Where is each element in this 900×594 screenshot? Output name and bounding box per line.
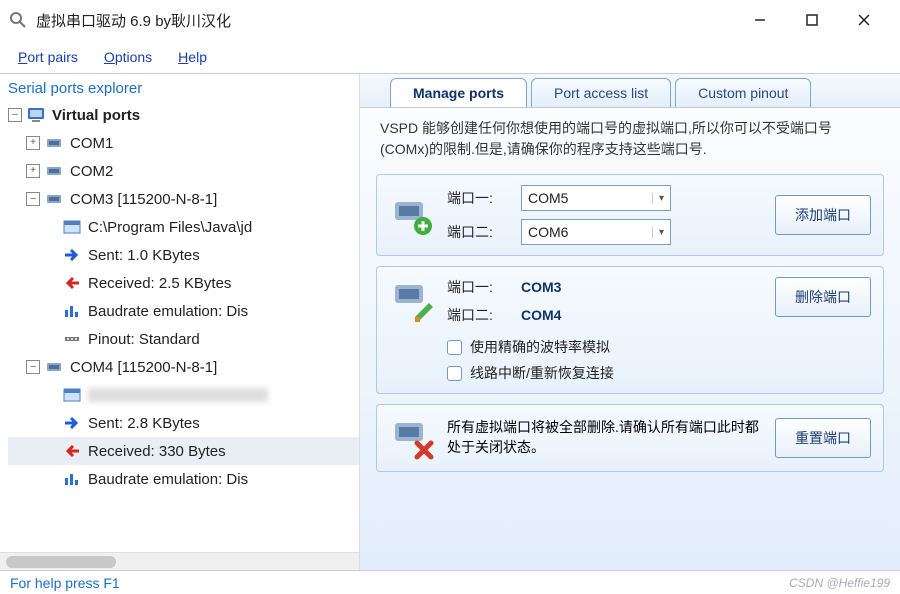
app-window-icon bbox=[62, 218, 82, 236]
port2-value: COM6 bbox=[528, 224, 568, 240]
horizontal-scrollbar[interactable] bbox=[0, 552, 359, 570]
collapse-icon[interactable]: – bbox=[26, 192, 40, 206]
reset-text: 所有虚拟端口将被全部删除.请确认所有端口此时都处于关闭状态。 bbox=[447, 418, 763, 457]
app-window-icon bbox=[62, 386, 82, 404]
tab-custom-pinout[interactable]: Custom pinout bbox=[675, 78, 811, 107]
tree-item-path-blurred bbox=[88, 388, 268, 402]
port-edit-icon bbox=[389, 277, 435, 323]
tree-root-label: Virtual ports bbox=[52, 107, 140, 124]
port2-label: 端口二: bbox=[447, 305, 511, 325]
port2-combo[interactable]: COM6 ▾ bbox=[521, 219, 671, 245]
add-pair-button[interactable]: 添加端口 bbox=[775, 195, 871, 235]
titlebar: 虚拟串口驱动 6.9 by耿川汉化 bbox=[0, 0, 900, 40]
app-icon bbox=[8, 10, 28, 30]
computer-icon bbox=[26, 106, 46, 124]
arrow-left-icon bbox=[62, 274, 82, 292]
break-reconnect-checkbox[interactable]: 线路中断/重新恢复连接 bbox=[447, 363, 763, 383]
port1-value: COM5 bbox=[528, 190, 568, 206]
tree-item-path[interactable]: C:\Program Files\Java\jd bbox=[88, 219, 252, 236]
expand-icon[interactable]: + bbox=[26, 164, 40, 178]
port-icon bbox=[44, 162, 64, 180]
tree-panel: Serial ports explorer – Virtual ports + CO… bbox=[0, 74, 360, 570]
bars-icon bbox=[62, 470, 82, 488]
delete-pair-button[interactable]: 删除端口 bbox=[775, 277, 871, 317]
tree-item-recv[interactable]: Received: 330 Bytes bbox=[88, 443, 226, 460]
tree-item-com1[interactable]: COM1 bbox=[70, 135, 113, 152]
menu-options[interactable]: Options bbox=[104, 49, 152, 65]
checkbox-label: 线路中断/重新恢复连接 bbox=[470, 363, 614, 383]
menubar: Port pairs Options Help bbox=[0, 40, 900, 74]
arrow-left-icon bbox=[62, 442, 82, 460]
tabs: Manage ports Port access list Custom pin… bbox=[360, 74, 900, 108]
tree-title: Serial ports explorer bbox=[0, 74, 359, 101]
checkbox-icon bbox=[447, 340, 462, 355]
port2-label: 端口二: bbox=[447, 222, 511, 242]
status-help-text: For help press F1 bbox=[10, 575, 120, 591]
tab-port-access-list[interactable]: Port access list bbox=[531, 78, 671, 107]
checkbox-label: 使用精确的波特率模拟 bbox=[470, 337, 610, 357]
watermark: CSDN @Heffie199 bbox=[789, 576, 890, 590]
tree-item-sent[interactable]: Sent: 1.0 KBytes bbox=[88, 247, 200, 264]
scrollbar-thumb[interactable] bbox=[6, 556, 116, 568]
port-icon bbox=[44, 190, 64, 208]
chevron-down-icon: ▾ bbox=[652, 193, 664, 204]
collapse-icon[interactable]: – bbox=[8, 108, 22, 122]
port2-value: COM4 bbox=[521, 307, 561, 323]
tree-item-com2[interactable]: COM2 bbox=[70, 163, 113, 180]
port1-value: COM3 bbox=[521, 279, 561, 295]
expand-icon[interactable]: + bbox=[26, 136, 40, 150]
bars-icon bbox=[62, 302, 82, 320]
window-title: 虚拟串口驱动 6.9 by耿川汉化 bbox=[36, 10, 748, 31]
menu-help[interactable]: Help bbox=[178, 49, 207, 65]
port-delete-icon bbox=[389, 415, 435, 461]
port1-label: 端口一: bbox=[447, 188, 511, 208]
tab-manage-ports[interactable]: Manage ports bbox=[390, 78, 527, 107]
reset-section: 所有虚拟端口将被全部删除.请确认所有端口此时都处于关闭状态。 重置端口 bbox=[376, 404, 884, 472]
port-icon bbox=[44, 134, 64, 152]
minimize-button[interactable] bbox=[748, 8, 772, 32]
tree-item-com4[interactable]: COM4 [115200-N-8-1] bbox=[70, 359, 217, 376]
tree-item-baud[interactable]: Baudrate emulation: Dis bbox=[88, 303, 248, 320]
ports-tree[interactable]: – Virtual ports + COM1 + COM2 – COM3 [115200… bbox=[0, 101, 359, 552]
pinout-icon bbox=[62, 330, 82, 348]
strict-baudrate-checkbox[interactable]: 使用精确的波特率模拟 bbox=[447, 337, 763, 357]
tree-item-recv[interactable]: Received: 2.5 KBytes bbox=[88, 275, 231, 292]
status-bar: For help press F1 CSDN @Heffie199 bbox=[0, 570, 900, 594]
right-panel: Manage ports Port access list Custom pin… bbox=[360, 74, 900, 570]
arrow-right-icon bbox=[62, 246, 82, 264]
tree-item-baud[interactable]: Baudrate emulation: Dis bbox=[88, 471, 248, 488]
port-icon bbox=[44, 358, 64, 376]
port1-label: 端口一: bbox=[447, 277, 511, 297]
arrow-right-icon bbox=[62, 414, 82, 432]
maximize-button[interactable] bbox=[800, 8, 824, 32]
port-add-icon bbox=[389, 192, 435, 238]
description-text: VSPD 能够创建任何你想使用的端口号的虚拟端口,所以你可以不受端口号(COMx… bbox=[376, 118, 884, 164]
checkbox-icon bbox=[447, 366, 462, 381]
close-button[interactable] bbox=[852, 8, 876, 32]
delete-pair-section: 端口一: COM3 端口二: COM4 使用精确的波特率模拟 线路中断/重新恢复连接… bbox=[376, 266, 884, 394]
collapse-icon[interactable]: – bbox=[26, 360, 40, 374]
tree-item-com3[interactable]: COM3 [115200-N-8-1] bbox=[70, 191, 217, 208]
tree-item-pinout[interactable]: Pinout: Standard bbox=[88, 331, 200, 348]
port1-combo[interactable]: COM5 ▾ bbox=[521, 185, 671, 211]
reset-button[interactable]: 重置端口 bbox=[775, 418, 871, 458]
add-pair-section: 端口一: COM5 ▾ 端口二: COM6 ▾ 添加端口 bbox=[376, 174, 884, 256]
tree-item-sent[interactable]: Sent: 2.8 KBytes bbox=[88, 415, 200, 432]
chevron-down-icon: ▾ bbox=[652, 227, 664, 238]
menu-port-pairs[interactable]: Port pairs bbox=[18, 49, 78, 65]
